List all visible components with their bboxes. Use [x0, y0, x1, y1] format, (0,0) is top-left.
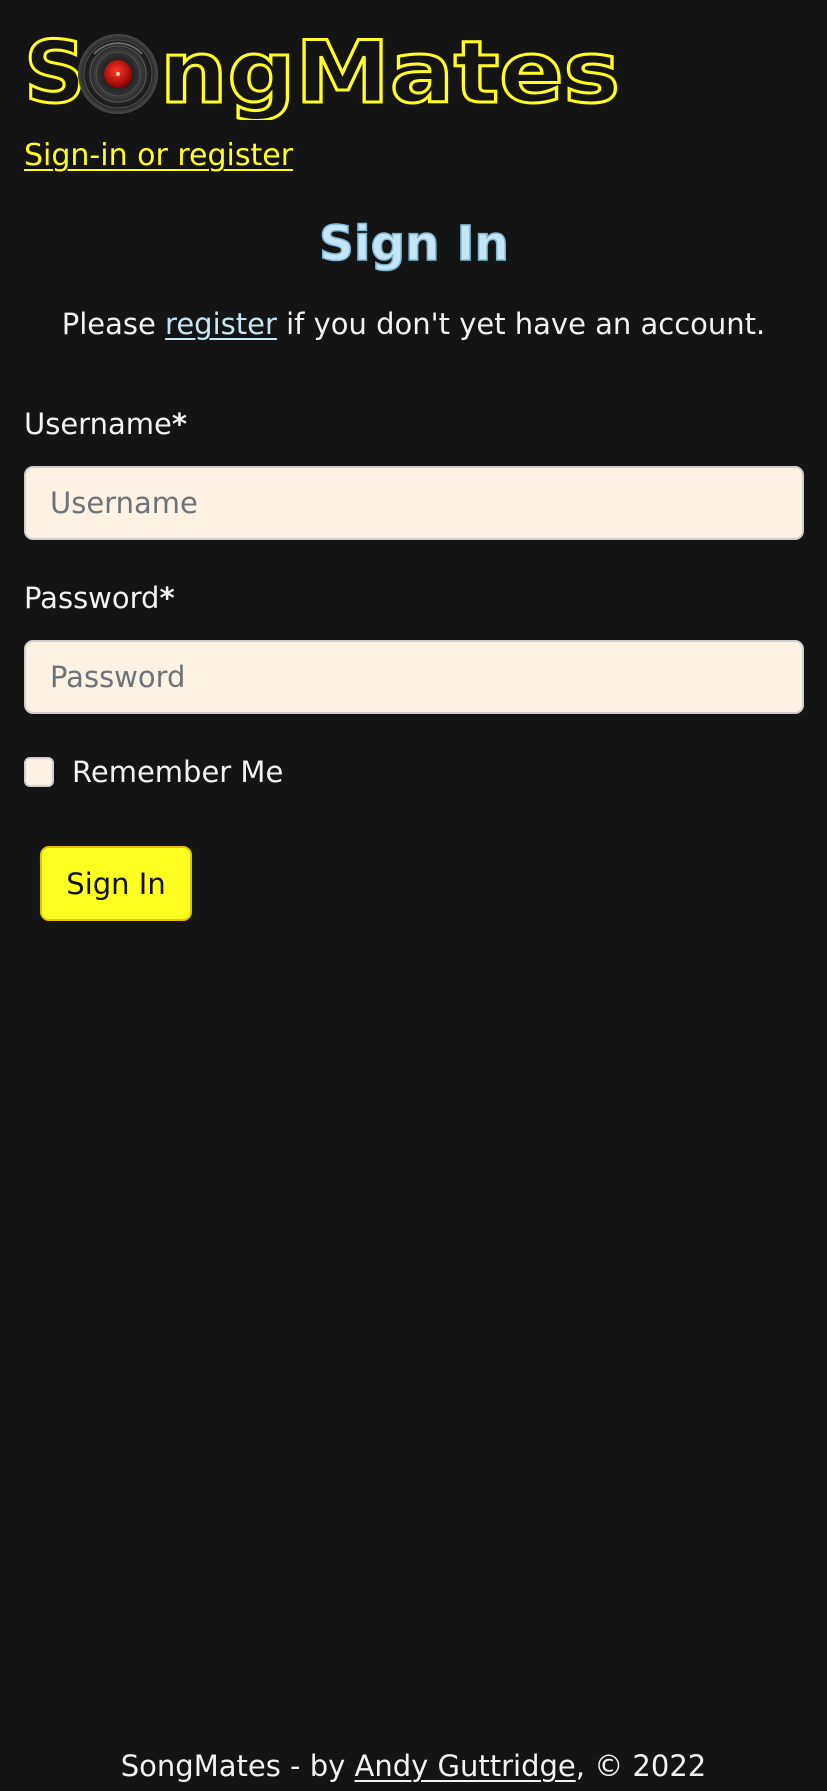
username-input[interactable] [24, 466, 804, 540]
register-link[interactable]: register [165, 307, 277, 341]
remember-me-row: Remember Me [24, 754, 283, 790]
author-link[interactable]: Andy Guttridge [355, 1749, 576, 1783]
footer: SongMates - by Andy Guttridge, © 2022 [0, 1746, 827, 1786]
page-heading-container: Sign In [0, 212, 827, 272]
username-label-text: Username [24, 407, 172, 441]
required-marker: * [171, 407, 188, 441]
intro-text: Please register if you don't yet have an… [0, 304, 827, 344]
password-label: Password* [24, 578, 175, 618]
intro-text-after: if you don't yet have an account. [276, 307, 766, 341]
sign-in-button[interactable]: Sign In [40, 846, 192, 921]
site-logo[interactable]: S ngMates [24, 24, 624, 120]
username-label: Username* [24, 404, 187, 444]
page-title: Sign In [319, 216, 509, 272]
footer-text-after: , © 2022 [575, 1749, 707, 1783]
password-input[interactable] [24, 640, 804, 714]
logo-wordmark: ngMates [160, 24, 620, 120]
remember-me-checkbox[interactable] [24, 757, 54, 787]
intro-text-before: Please [61, 307, 166, 341]
page: S ngMates Sign-in or register Sign In Pl… [0, 0, 827, 1791]
remember-me-label[interactable]: Remember Me [72, 754, 283, 790]
footer-text-before: SongMates - by [120, 1749, 355, 1783]
logo-letter-s: S [24, 24, 86, 120]
vinyl-record-icon [78, 34, 158, 114]
password-label-text: Password [24, 581, 160, 615]
signin-register-link[interactable]: Sign-in or register [24, 136, 293, 176]
required-marker: * [159, 581, 175, 615]
